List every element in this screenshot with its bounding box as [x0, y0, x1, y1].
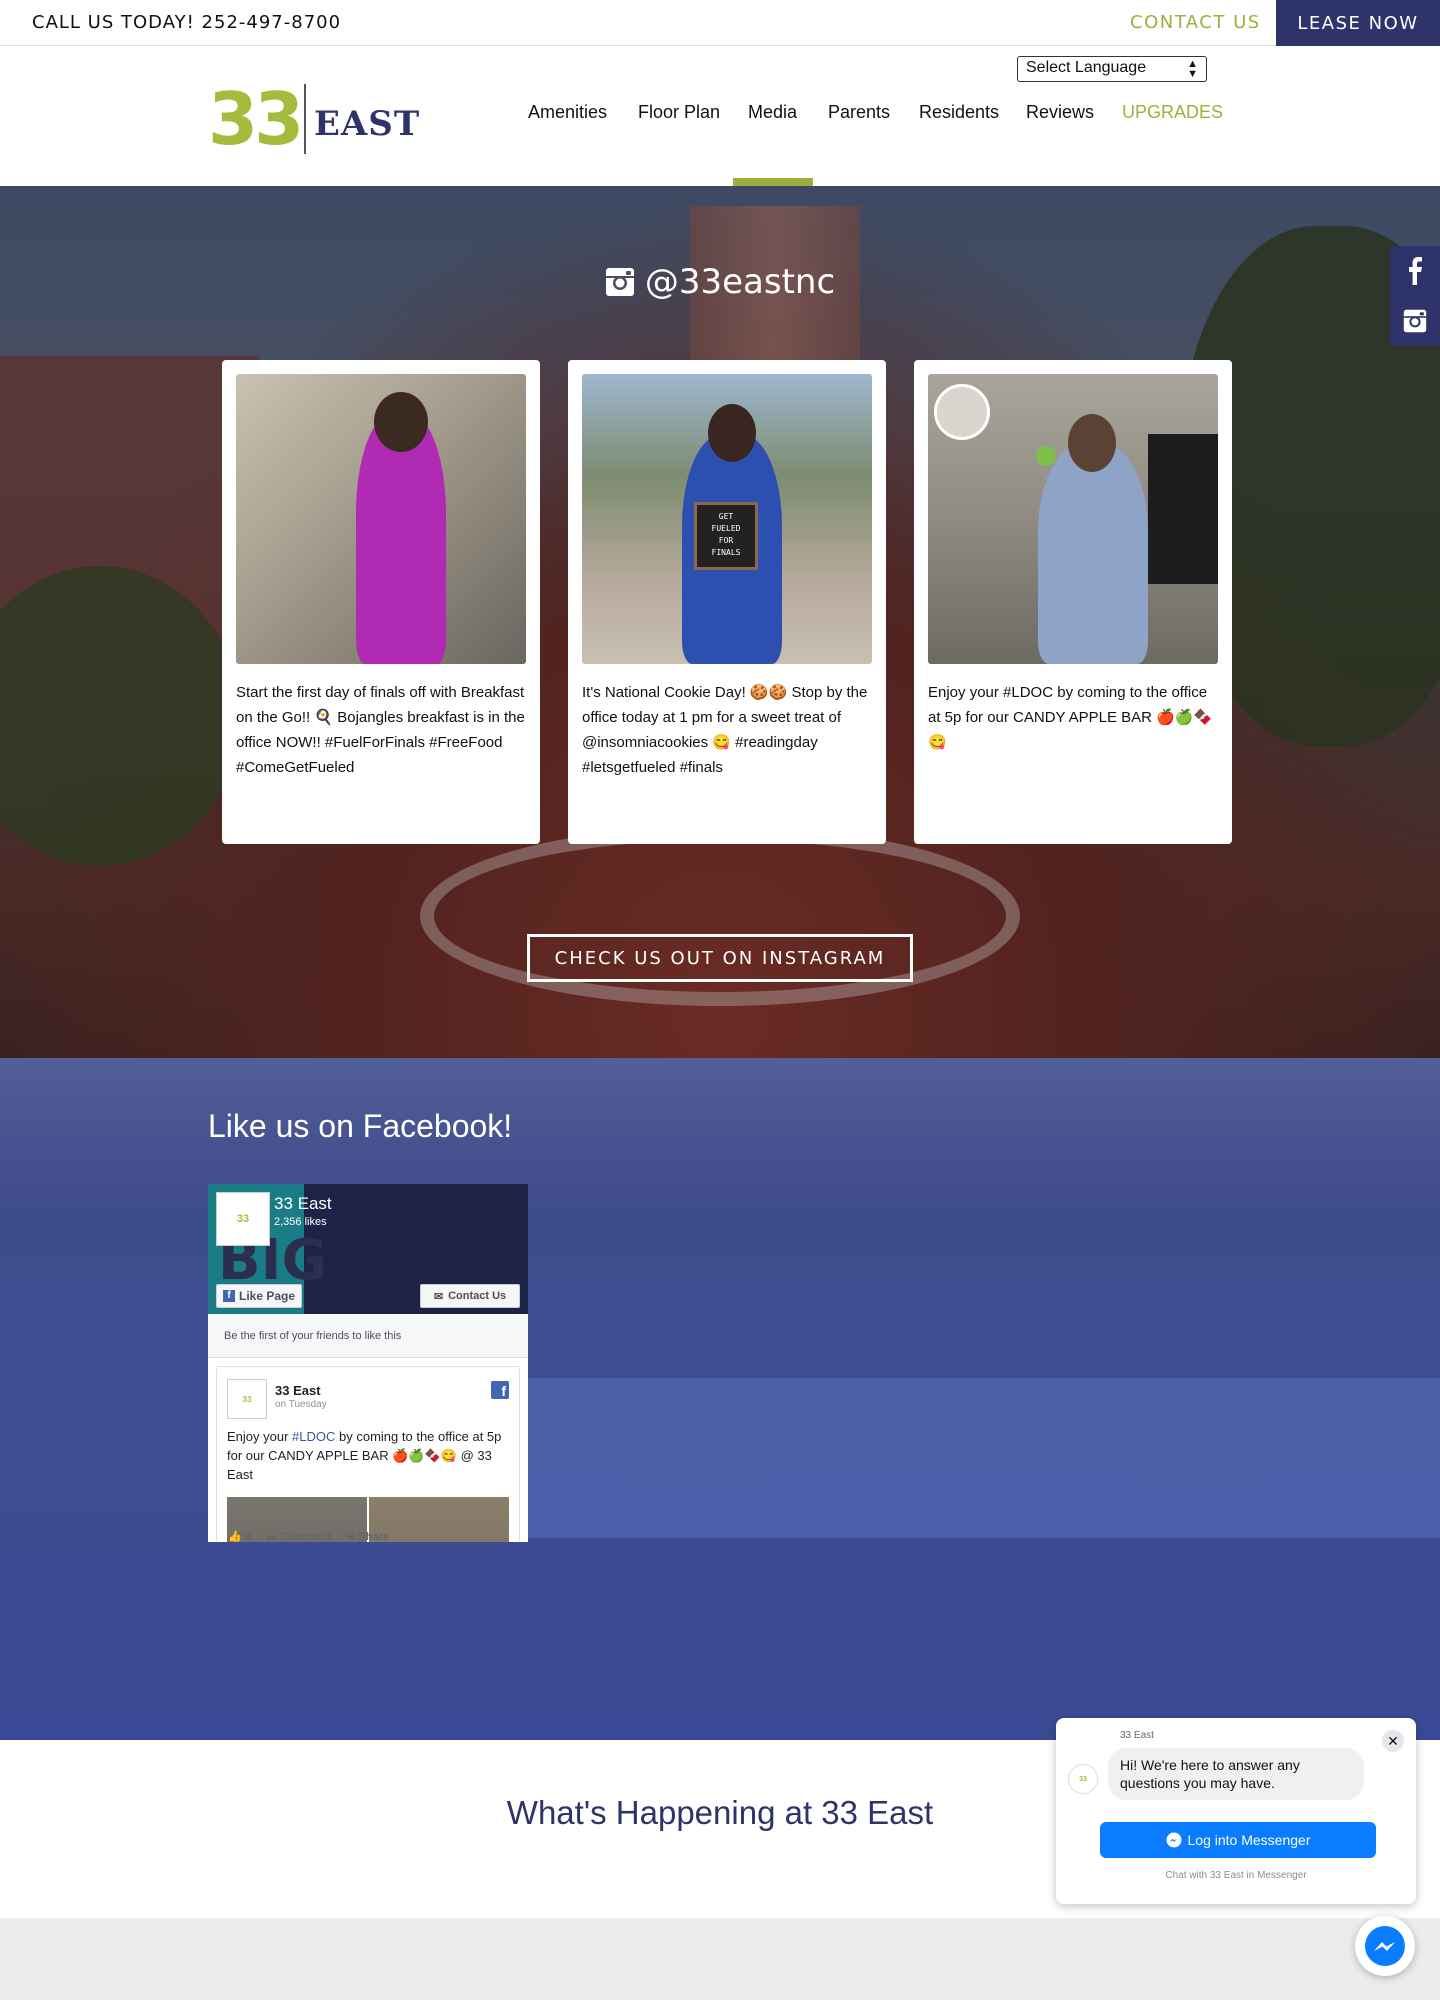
photo-person-head	[1068, 414, 1116, 472]
language-select[interactable]: Select Language ▲ ▼	[1017, 56, 1207, 82]
like-icon[interactable]: 👍	[228, 1531, 242, 1542]
instagram-icon	[605, 268, 634, 296]
letter-board-sign: GET FUELED FOR FINALS	[694, 502, 758, 570]
facebook-likes-count: 2,356 likes	[274, 1216, 327, 1228]
share-link[interactable]: Share	[359, 1531, 390, 1542]
post-text: Enjoy your #LDOC by coming to the office…	[227, 1427, 515, 1484]
instagram-post-caption: It's National Cookie Day! 🍪🍪 Stop by the…	[582, 684, 868, 776]
sign-line: FOR	[718, 536, 734, 545]
post-date[interactable]: on Tuesday	[275, 1399, 327, 1410]
nav-upgrades[interactable]: UPGRADES	[1122, 102, 1223, 123]
post-hashtag[interactable]: #LDOC	[292, 1429, 335, 1444]
post-actions: 👍 4 ▬ Comment ➦ Share	[228, 1530, 389, 1542]
comment-icon[interactable]: ▬	[266, 1531, 277, 1542]
instagram-post-card[interactable]: Enjoy your #LDOC by coming to the office…	[914, 360, 1232, 844]
instagram-post-card[interactable]: GET FUELED FOR FINALS It's National Cook…	[568, 360, 886, 844]
post-text-part: Enjoy your	[227, 1429, 293, 1444]
messenger-greeting: Hi! We're here to answer any questions y…	[1108, 1748, 1364, 1800]
nav-amenities[interactable]: Amenities	[528, 102, 607, 123]
photo-door	[1148, 434, 1218, 584]
active-nav-indicator	[733, 178, 813, 186]
messenger-chat-popup: 33 East 33 Hi! We're here to answer any …	[1056, 1718, 1416, 1904]
messenger-launcher-button[interactable]	[1355, 1916, 1415, 1976]
facebook-post[interactable]: 33 33 East on Tuesday f Enjoy your #LDOC…	[216, 1366, 520, 1542]
lease-now-button[interactable]: LEASE NOW	[1276, 0, 1440, 46]
instagram-heading[interactable]: @33eastnc	[0, 262, 1440, 302]
social-sidebar	[1390, 246, 1440, 346]
instagram-post-photo	[928, 374, 1218, 664]
facebook-page-widget[interactable]: BIG 33 33 East 2,356 likes f Like Page ✉…	[208, 1184, 528, 1542]
facebook-icon[interactable]	[1390, 246, 1440, 296]
nav-floor-plan[interactable]: Floor Plan	[638, 102, 720, 123]
instagram-post-photo	[236, 374, 526, 664]
green-apple	[1036, 446, 1056, 466]
logo[interactable]: 33 EAST	[208, 76, 419, 166]
instagram-icon[interactable]	[1390, 296, 1440, 346]
facebook-f-icon: f	[222, 1290, 235, 1302]
facebook-logo-icon[interactable]: f	[491, 1381, 509, 1399]
logo-word: EAST	[314, 104, 421, 144]
facebook-page-name[interactable]: 33 East	[274, 1194, 332, 1214]
instagram-post-card[interactable]: Start the first day of finals off with B…	[222, 360, 540, 844]
post-photo[interactable]	[369, 1497, 509, 1542]
nav-residents[interactable]: Residents	[919, 102, 999, 123]
close-icon[interactable]: ✕	[1382, 1730, 1404, 1752]
logo-divider	[304, 84, 306, 154]
log-into-messenger-button[interactable]: Log into Messenger	[1100, 1822, 1376, 1858]
footer-band	[0, 1918, 1440, 2000]
avatar-logo-number: 33	[1079, 1775, 1087, 1783]
facebook-heading: Like us on Facebook!	[208, 1108, 513, 1144]
sign-line: FINALS	[711, 548, 741, 557]
site-header: Select Language ▲ ▼ 33 EAST Amenities Flo…	[0, 46, 1440, 186]
like-page-button[interactable]: f Like Page	[216, 1284, 302, 1308]
photo-person-head	[374, 392, 428, 452]
post-author-avatar[interactable]: 33	[227, 1379, 267, 1419]
photo-person	[1038, 444, 1148, 664]
instagram-post-caption: Start the first day of finals off with B…	[236, 684, 525, 776]
language-select-value: Select Language	[1026, 59, 1147, 76]
instagram-post-caption: Enjoy your #LDOC by coming to the office…	[928, 684, 1213, 751]
facebook-page-avatar[interactable]: 33	[216, 1192, 270, 1246]
contact-us-button[interactable]: ✉ Contact Us	[420, 1284, 520, 1308]
avatar-logo-number: 33	[236, 1213, 250, 1225]
nav-parents[interactable]: Parents	[828, 102, 890, 123]
friends-like-note: Be the first of your friends to like thi…	[208, 1314, 528, 1358]
facebook-section: Like us on Facebook! BIG 33 33 East 2,35…	[0, 1058, 1440, 1740]
photo-person-head	[708, 404, 756, 462]
messenger-avatar: 33	[1068, 1764, 1098, 1794]
contact-us-link[interactable]: CONTACT US	[1130, 12, 1261, 33]
sign-line: FUELED	[711, 524, 741, 533]
messenger-sender: 33 East	[1120, 1730, 1154, 1741]
instagram-section: @33eastnc Start the first day of finals …	[0, 186, 1440, 1058]
envelope-icon: ✉	[433, 1290, 444, 1303]
nav-reviews[interactable]: Reviews	[1026, 102, 1094, 123]
post-author[interactable]: 33 East	[275, 1383, 321, 1398]
messenger-icon	[1365, 1926, 1405, 1966]
select-arrows-icon: ▲ ▼	[1187, 58, 1198, 80]
comment-link[interactable]: Comment	[280, 1531, 331, 1542]
messenger-subtext: Chat with 33 East in Messenger	[1165, 1870, 1307, 1881]
log-into-messenger-label: Log into Messenger	[1187, 1832, 1311, 1848]
nav-media[interactable]: Media	[748, 102, 797, 123]
instagram-handle: @33eastnc	[644, 262, 836, 302]
call-us-text: CALL US TODAY! 252-497-8700	[32, 12, 342, 33]
share-icon[interactable]: ➦	[346, 1531, 355, 1542]
instagram-cta-button[interactable]: CHECK US OUT ON INSTAGRAM	[527, 934, 913, 982]
contact-us-label: Contact Us	[448, 1290, 507, 1302]
messenger-icon	[1166, 1832, 1182, 1848]
like-page-label: Like Page	[238, 1289, 296, 1303]
avatar-logo-number: 33	[242, 1394, 252, 1404]
like-count: 4	[244, 1531, 251, 1542]
top-bar: CALL US TODAY! 252-497-8700 CONTACT US L…	[0, 0, 1440, 46]
instagram-post-photo: GET FUELED FOR FINALS	[582, 374, 872, 664]
sign-line: GET	[718, 512, 734, 521]
wall-clock	[934, 384, 990, 440]
logo-number: 33	[208, 77, 304, 161]
